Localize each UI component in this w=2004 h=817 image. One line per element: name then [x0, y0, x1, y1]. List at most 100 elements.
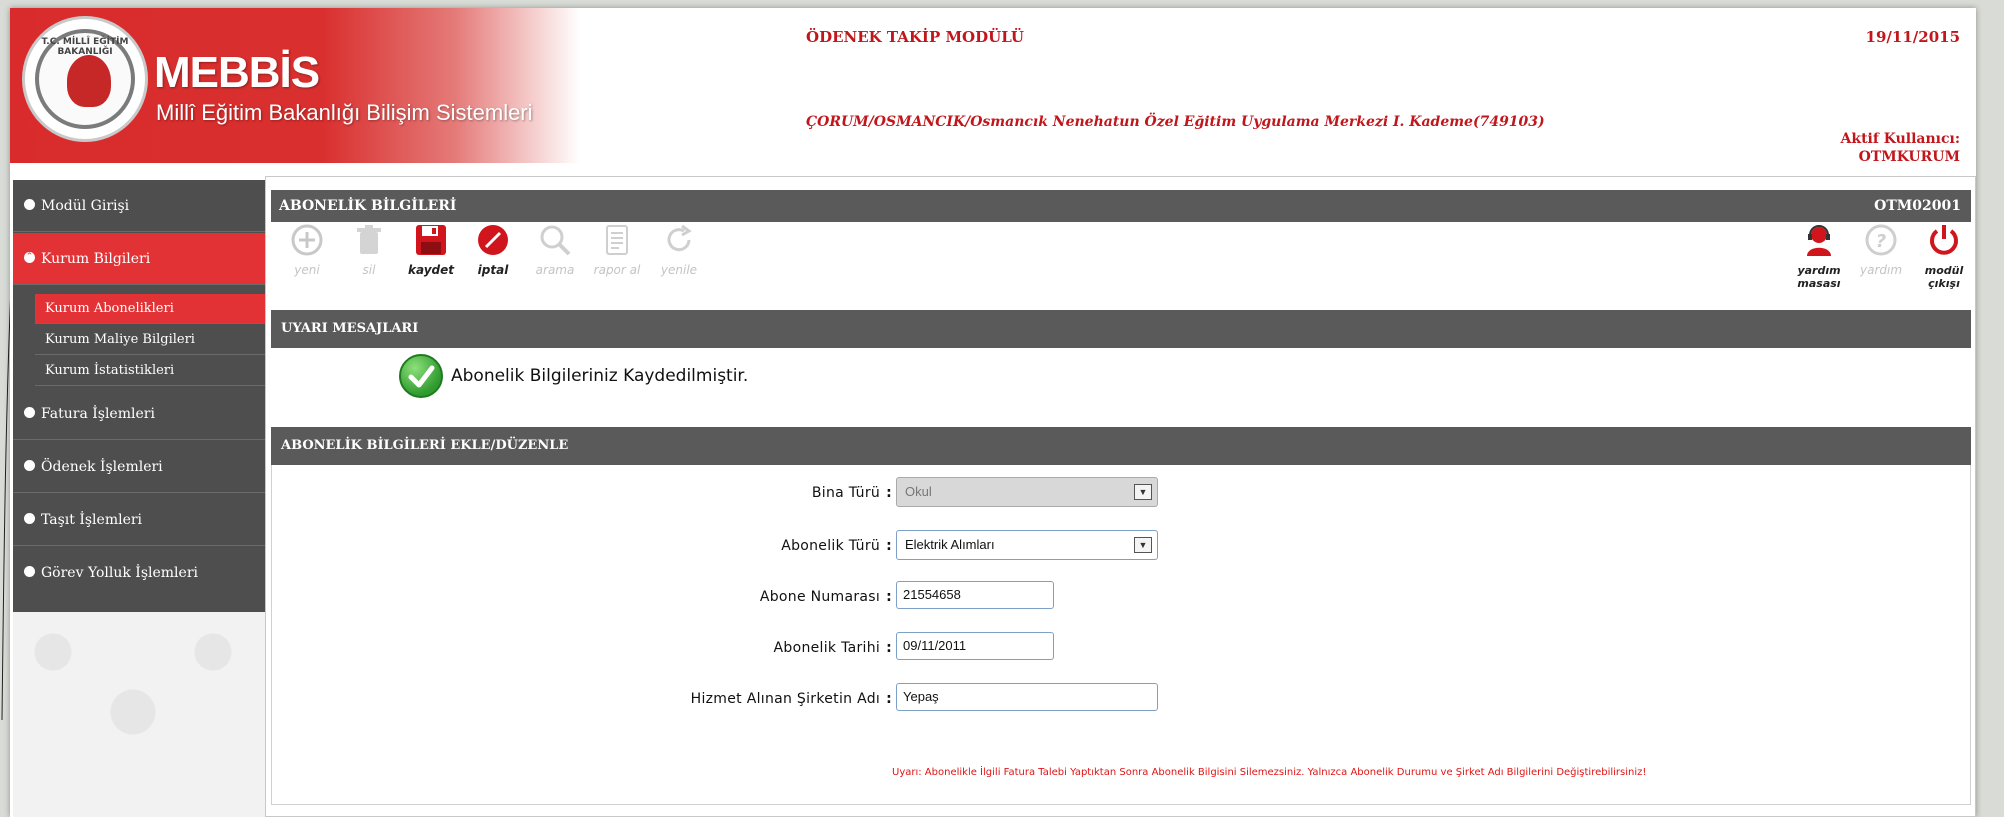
help-question-icon: ? — [1865, 224, 1897, 256]
main-panel: ABONELİK BİLGİLERİ OTM02001 yeni sil kay… — [265, 176, 1976, 817]
active-user-label: Aktif Kullanıcı: — [1840, 131, 1961, 147]
chevron-down-icon: ▼ — [1134, 484, 1152, 500]
help-button[interactable]: ? yardım — [1853, 223, 1909, 287]
brand-banner: T.C. MİLLÎ EĞİTİM BAKANLIĞI MEBBİS Millî… — [10, 8, 580, 163]
circle-bullet-icon — [24, 407, 35, 418]
sidebar-subitem-label: Kurum İstatistikleri — [45, 363, 175, 378]
sidebar-item-modul-girisi[interactable]: Modül Girişi — [13, 180, 265, 232]
module-exit-label: modül çıkışı — [1924, 264, 1964, 290]
sidebar-pattern — [13, 612, 265, 817]
colon: : — [886, 691, 892, 707]
subscriber-number-label-text: Abone Numarası — [759, 589, 881, 605]
toolbar: yeni sil kaydet iptal arama rapor al yen… — [271, 219, 1973, 290]
company-name-label: Hizmet Alınan Şirketin Adı: — [272, 691, 892, 707]
company-name-label-text: Hizmet Alınan Şirketin Adı — [690, 691, 881, 707]
institution-name: ÇORUM/OSMANCIK/Osmancık Nenehatun Özel E… — [806, 114, 1545, 130]
new-button[interactable]: yeni — [279, 223, 335, 287]
subscriber-number-label: Abone Numarası: — [272, 589, 892, 605]
colon: : — [886, 538, 892, 554]
meb-logo: T.C. MİLLÎ EĞİTİM BAKANLIĞI — [22, 16, 148, 142]
success-message: Abonelik Bilgileriniz Kaydedilmiştir. — [451, 366, 749, 386]
refresh-icon — [667, 224, 692, 252]
sidebar: Modül Girişi ⌃ Kurum Bilgileri Kurum Abo… — [13, 180, 265, 612]
sidebar-subitem-label: Kurum Abonelikleri — [45, 301, 174, 316]
circle-bullet-icon — [24, 513, 35, 524]
sidebar-item-odenek-islemleri[interactable]: Ödenek İşlemleri — [13, 441, 265, 493]
subscription-type-label-text: Abonelik Türü — [781, 538, 881, 554]
sidebar-item-gorev-yolluk[interactable]: Görev Yolluk İşlemleri — [13, 547, 265, 599]
refresh-button[interactable]: yenile — [651, 223, 707, 287]
delete-label: sil — [362, 263, 376, 277]
search-button[interactable]: arama — [527, 223, 583, 287]
subscription-date-input[interactable]: 09/11/2011 — [896, 632, 1054, 660]
delete-button[interactable]: sil — [341, 223, 397, 287]
help-desk-label: yardım masası — [1797, 264, 1841, 290]
headset-support-icon — [1807, 225, 1831, 256]
cancel-circle-icon — [478, 225, 508, 255]
panel-code: OTM02001 — [1874, 198, 1961, 214]
form-title: ABONELİK BİLGİLERİ EKLE/DÜZENLE — [281, 438, 569, 453]
colon: : — [886, 640, 892, 656]
subscription-form: Bina Türü: Okul ▼ Abonelik Türü: Elektri… — [271, 465, 1971, 805]
report-button[interactable]: rapor al — [589, 223, 645, 287]
subscription-type-value: Elektrik Alımları — [905, 537, 995, 552]
report-document-icon — [606, 225, 628, 255]
warnings-content: Abonelik Bilgileriniz Kaydedilmiştir. — [271, 348, 1971, 438]
building-type-select[interactable]: Okul ▼ — [896, 477, 1158, 507]
subscription-type-label: Abonelik Türü: — [272, 538, 892, 554]
sidebar-subitem-label: Kurum Maliye Bilgileri — [45, 332, 195, 347]
cancel-button[interactable]: iptal — [465, 223, 521, 287]
power-icon — [1930, 225, 1958, 255]
sidebar-item-kurum-bilgileri[interactable]: ⌃ Kurum Bilgileri — [13, 233, 265, 285]
subscription-date-label-text: Abonelik Tarihi — [773, 640, 881, 656]
help-desk-button[interactable]: yardım masası — [1789, 223, 1849, 290]
header: T.C. MİLLÎ EĞİTİM BAKANLIĞI MEBBİS Millî… — [10, 8, 1976, 166]
save-label: kaydet — [408, 263, 454, 277]
sidebar-subitem-kurum-abonelikleri[interactable]: Kurum Abonelikleri — [35, 294, 265, 324]
colon: : — [886, 589, 892, 605]
current-date: 19/11/2015 — [1865, 28, 1960, 46]
form-notice: Uyarı: Abonelikle İlgili Fatura Talebi Y… — [892, 767, 1647, 778]
module-title: ÖDENEK TAKİP MODÜLÜ — [806, 28, 1025, 46]
app-window: T.C. MİLLÎ EĞİTİM BAKANLIĞI MEBBİS Millî… — [10, 8, 1976, 817]
circle-bullet-icon — [24, 460, 35, 471]
search-label: arama — [535, 263, 575, 277]
panel-title: ABONELİK BİLGİLERİ — [279, 198, 457, 214]
chevron-down-icon: ▼ — [1134, 537, 1152, 553]
svg-text:?: ? — [1876, 231, 1886, 252]
subscription-type-select[interactable]: Elektrik Alımları ▼ — [896, 530, 1158, 560]
floppy-disk-icon — [416, 225, 446, 255]
sidebar-item-label: Fatura İşlemleri — [41, 406, 155, 422]
logo-ring: T.C. MİLLÎ EĞİTİM BAKANLIĞI — [35, 29, 135, 129]
sidebar-item-fatura-islemleri[interactable]: Fatura İşlemleri — [13, 388, 265, 440]
sidebar-item-label: Taşıt İşlemleri — [41, 512, 143, 528]
panel-title-bar: ABONELİK BİLGİLERİ OTM02001 — [271, 190, 1971, 222]
building-type-label-text: Bina Türü — [811, 485, 881, 501]
save-button[interactable]: kaydet — [403, 223, 459, 287]
colon: : — [886, 485, 892, 501]
sidebar-item-tasit-islemleri[interactable]: Taşıt İşlemleri — [13, 494, 265, 546]
brand-subtitle: Millî Eğitim Bakanlığı Bilişim Sistemler… — [156, 100, 533, 125]
sidebar-subitem-kurum-istatistikleri[interactable]: Kurum İstatistikleri — [35, 356, 265, 386]
refresh-label: yenile — [660, 263, 698, 277]
circle-bullet-icon — [24, 199, 35, 210]
plus-circle-icon — [291, 224, 323, 256]
sidebar-item-label: Ödenek İşlemleri — [41, 459, 163, 475]
building-type-value: Okul — [905, 484, 932, 499]
brand-title: MEBBİS — [154, 48, 320, 97]
sidebar-item-label: Modül Girişi — [41, 198, 130, 214]
search-icon — [540, 225, 571, 256]
subscriber-number-input[interactable]: 21554658 — [896, 581, 1054, 609]
active-user-block: Aktif Kullanıcı: OTMKURUM — [1841, 130, 1961, 166]
company-name-input[interactable]: Yepaş — [896, 683, 1158, 711]
active-user-name: OTMKURUM — [1858, 149, 1960, 165]
torch-emblem-icon — [67, 55, 111, 107]
new-label: yeni — [294, 263, 320, 277]
sidebar-subitem-kurum-maliye[interactable]: Kurum Maliye Bilgileri — [35, 325, 265, 355]
sidebar-item-label: Kurum Bilgileri — [41, 251, 151, 267]
warnings-title: UYARI MESAJLARI — [281, 321, 419, 336]
module-exit-button[interactable]: modül çıkışı — [1915, 223, 1973, 290]
circle-bullet-icon — [24, 566, 35, 577]
success-check-icon — [399, 354, 443, 398]
trash-icon — [357, 225, 381, 254]
